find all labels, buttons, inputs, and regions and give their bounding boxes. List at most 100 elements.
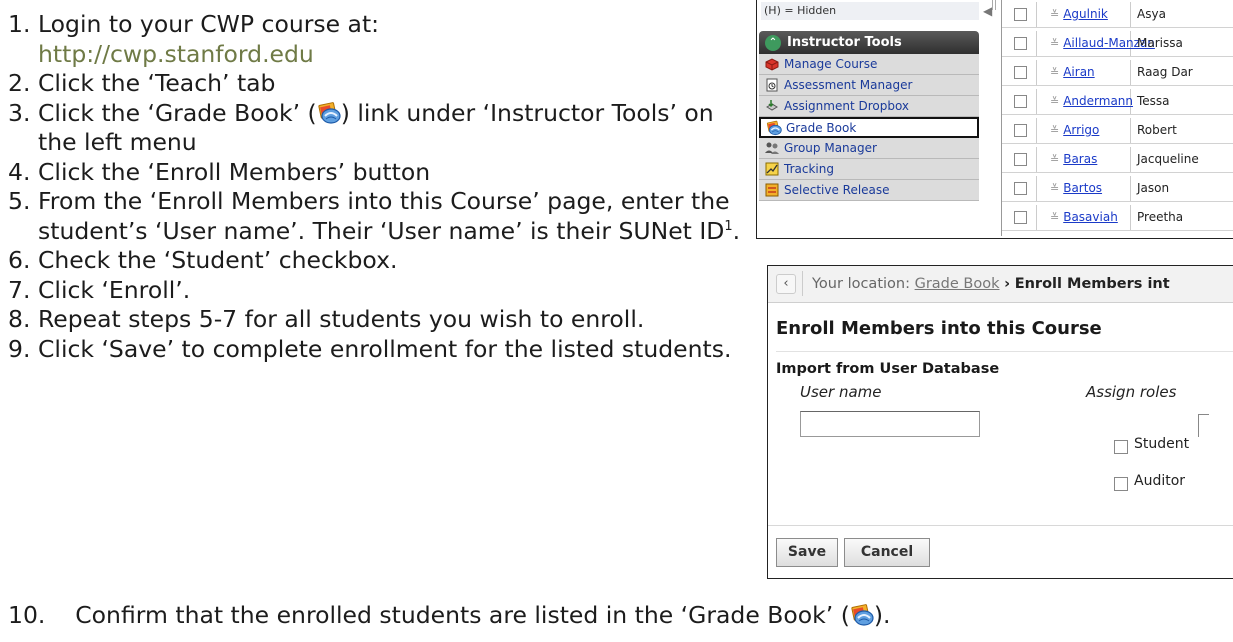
row-checkbox[interactable] (1014, 124, 1027, 137)
cwp-url[interactable]: http://cwp.stanford.edu (38, 40, 314, 68)
last-name-link[interactable]: ≚ Bartos (1050, 176, 1102, 201)
grade-book-icon (850, 603, 874, 627)
manage-course-icon (765, 58, 779, 71)
table-row: ≚ Agulnik Asya (1002, 2, 1233, 28)
divider (1036, 31, 1037, 56)
table-row: ≚ Airan Raag Dar (1002, 60, 1233, 86)
divider (1130, 118, 1131, 143)
divider (1130, 176, 1131, 201)
last-name-link[interactable]: ≚ Baras (1050, 147, 1097, 172)
sidebar-item-group-manager[interactable]: Group Manager (759, 138, 979, 159)
sidebar-item-manage-course[interactable]: Manage Course (759, 54, 979, 75)
student-label: Student (1134, 436, 1190, 452)
divider (802, 271, 803, 296)
row-checkbox[interactable] (1014, 182, 1027, 195)
table-row: ≚ Aillaud-Manzan Marissa (1002, 31, 1233, 57)
instructor-tools-label: Instructor Tools (787, 35, 902, 50)
sidebar-item-label: Tracking (784, 162, 834, 176)
sidebar-item-label: Manage Course (784, 57, 878, 71)
sidebar-item-selective-release[interactable]: Selective Release (759, 180, 979, 201)
first-name: Raag Dar (1137, 65, 1193, 79)
instructor-tools-screenshot: (H) = Hidden ◀ ⌃ Instructor Tools Manage… (756, 0, 1233, 239)
cancel-button[interactable]: Cancel (844, 538, 930, 567)
divider (776, 351, 1233, 352)
step-4: 4. Click the ‘Enroll Members’ button (8, 158, 756, 188)
username-input[interactable] (800, 411, 980, 437)
page-title: Enroll Members into this Course (776, 318, 1102, 339)
enroll-members-screenshot: ‹ Your location: Grade Book › Enroll Mem… (767, 265, 1233, 579)
step-text: Check the ‘Student’ checkbox. (38, 246, 398, 274)
grade-book-icon (317, 101, 341, 125)
step-2: 2. Click the ‘Teach’ tab (8, 69, 756, 99)
profile-icon: ≚ (1050, 124, 1060, 137)
last-name-link[interactable]: ≚ Andermann (1050, 89, 1133, 114)
step-text: Click ‘Enroll’. (38, 275, 191, 304)
row-checkbox[interactable] (1014, 211, 1027, 224)
sidebar-item-assignment-dropbox[interactable]: Assignment Dropbox (759, 96, 979, 117)
row-checkbox[interactable] (1014, 95, 1027, 108)
sidebar-item-tracking[interactable]: Tracking (759, 159, 979, 180)
step-9: 9. Click ‘Save’ to complete enrollment f… (8, 335, 756, 365)
instruction-list: 1. Login to your CWP course at: http://cw… (8, 10, 756, 364)
divider (1036, 205, 1037, 230)
table-row: ≚ Basaviah Preetha (1002, 205, 1233, 231)
divider (1036, 176, 1037, 201)
divider (1036, 147, 1037, 172)
section-title: Import from User Database (776, 361, 1000, 377)
sidebar-item-label: Assignment Dropbox (784, 99, 910, 113)
row-checkbox[interactable] (1014, 153, 1027, 166)
step-text: Repeat steps 5-7 for all students you wi… (38, 305, 645, 333)
profile-icon: ≚ (1050, 95, 1060, 108)
first-name: Preetha (1137, 210, 1184, 224)
step-text: Click the ‘Teach’ tab (38, 69, 276, 97)
auditor-checkbox[interactable] (1114, 477, 1128, 491)
last-name-text: Agulnik (1063, 7, 1108, 21)
divider (1130, 147, 1131, 172)
last-name-text: Airan (1063, 65, 1095, 79)
save-button[interactable]: Save (776, 538, 838, 567)
sidebar-item-assessment-manager[interactable]: Assessment Manager (759, 75, 979, 96)
left-menu: (H) = Hidden ◀ ⌃ Instructor Tools Manage… (759, 0, 996, 236)
step-number: 8. (8, 305, 31, 333)
row-checkbox[interactable] (1014, 37, 1027, 50)
profile-icon: ≚ (1050, 182, 1060, 195)
username-column-header: User name (800, 383, 882, 401)
last-name-link[interactable]: ≚ Arrigo (1050, 118, 1099, 143)
last-name-link[interactable]: ≚ Airan (1050, 60, 1095, 85)
step-8: 8. Repeat steps 5-7 for all students you… (8, 305, 756, 335)
hidden-legend: (H) = Hidden (761, 2, 979, 20)
divider (1036, 89, 1037, 114)
assessment-manager-icon (766, 78, 778, 92)
step-text: Login to your CWP course at: (38, 10, 380, 38)
group-manager-icon (765, 142, 779, 154)
breadcrumb-separator: › (1004, 276, 1011, 292)
partial-role-checkbox[interactable] (1198, 414, 1209, 437)
first-name: Jason (1137, 181, 1170, 195)
divider (1036, 60, 1037, 85)
breadcrumb-grade-book-link[interactable]: Grade Book (915, 276, 1000, 292)
step-number: 2. (8, 69, 31, 97)
divider (1130, 60, 1131, 85)
row-checkbox[interactable] (1014, 8, 1027, 21)
step-number: 6. (8, 246, 31, 274)
row-checkbox[interactable] (1014, 66, 1027, 79)
step-text: ). (873, 601, 891, 629)
step-text: Confirm that the enrolled students are l… (75, 601, 850, 629)
last-name-link[interactable]: ≚ Basaviah (1050, 205, 1118, 230)
step-number: 4. (8, 157, 31, 186)
last-name-text: Bartos (1063, 181, 1103, 195)
table-row: ≚ Andermann Tessa (1002, 89, 1233, 115)
back-arrow-icon[interactable]: ‹ (776, 274, 796, 294)
step-6: 6. Check the ‘Student’ checkbox. (8, 246, 756, 276)
student-checkbox[interactable] (1114, 440, 1128, 454)
sidebar-item-grade-book[interactable]: Grade Book (759, 117, 979, 138)
instructor-tools-header[interactable]: ⌃ Instructor Tools (759, 31, 979, 54)
step-text: Click the ‘Grade Book’ ( (38, 98, 317, 127)
step-number: 7. (8, 275, 31, 304)
resize-handle[interactable] (992, 0, 996, 10)
sidebar-item-label: Grade Book (786, 120, 857, 135)
assignment-dropbox-icon (766, 100, 778, 111)
table-row: ≚ Baras Jacqueline (1002, 147, 1233, 173)
divider (1036, 2, 1037, 27)
last-name-link[interactable]: ≚ Agulnik (1050, 2, 1108, 27)
